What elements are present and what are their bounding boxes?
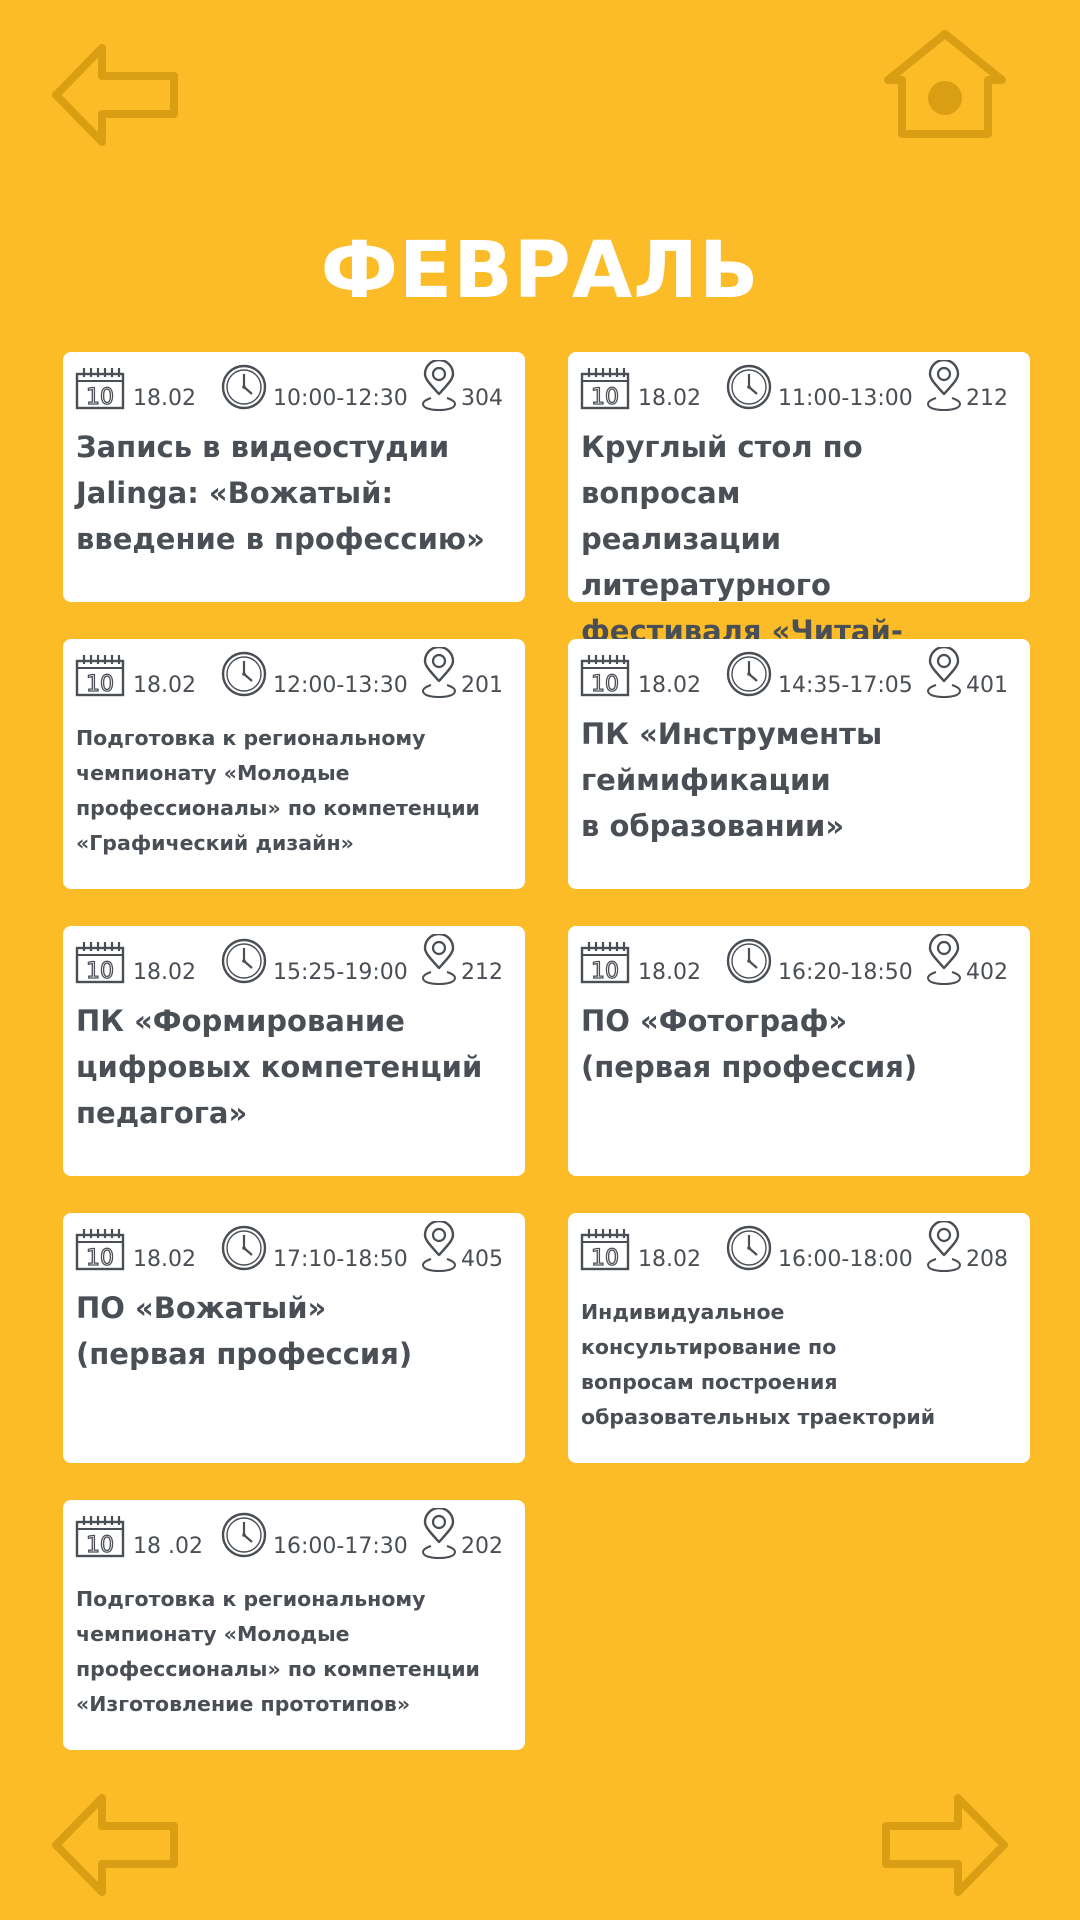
back-button[interactable]: [50, 40, 180, 150]
arrow-left-icon: [52, 44, 178, 146]
event-title: Подготовка к региональному чемпионату «М…: [76, 726, 480, 855]
calendar-icon: 10: [580, 1227, 630, 1272]
event-card[interactable]: 10 18.02 15:25-19:00 212 ПК «Формирование ци…: [63, 926, 525, 1176]
page-title: ФЕВРАЛЬ: [320, 226, 760, 316]
svg-text:10: 10: [591, 959, 619, 984]
event-room: 401: [966, 673, 1008, 698]
svg-text:10: 10: [591, 1246, 619, 1271]
calendar-icon: 10: [75, 940, 125, 985]
svg-text:10: 10: [591, 672, 619, 697]
clock-icon: [726, 651, 772, 697]
calendar-icon: 10: [75, 366, 125, 411]
event-card[interactable]: 10 18.02 12:00-13:30 201 Подготовка к регион…: [63, 639, 525, 889]
event-time: 12:00-13:30: [273, 673, 408, 698]
event-title: Индивидуальное консультирование по вопро…: [581, 1300, 936, 1429]
event-meta: 10 18.02 16:20-18:50 402: [568, 926, 1030, 996]
map-pin-icon: [926, 645, 962, 699]
calendar-icon: 10: [75, 653, 125, 698]
clock-icon: [221, 364, 267, 410]
event-time: 16:00-18:00: [778, 1247, 913, 1272]
event-title: ПК «Формирование цифровых компетенций пе…: [76, 1004, 483, 1130]
event-room: 304: [461, 386, 503, 411]
event-card[interactable]: 10 18.02 17:10-18:50 405 ПО «Вожатый» (перва…: [63, 1213, 525, 1463]
map-pin-icon: [421, 645, 457, 699]
event-card[interactable]: 10 18.02 10:00-12:30 304 Запись в видеостуди…: [63, 352, 525, 602]
event-date: 18.02: [133, 1247, 196, 1272]
calendar-icon: 10: [580, 366, 630, 411]
event-meta: 10 18.02 11:00-13:00 212: [568, 352, 1030, 422]
event-meta: 10 18.02 15:25-19:00 212: [63, 926, 525, 996]
schedule-page: ФЕВРАЛЬ 10 18.02 10:00-12:30 304 Запись в ви…: [0, 0, 1080, 1920]
event-date: 18.02: [133, 960, 196, 985]
event-card[interactable]: 10 18.02 14:35-17:05 401 ПК «Инструменты гей…: [568, 639, 1030, 889]
map-pin-icon: [421, 1219, 457, 1273]
next-page-button[interactable]: [880, 1790, 1010, 1900]
clock-icon: [221, 938, 267, 984]
svg-text:10: 10: [86, 959, 114, 984]
event-date: 18.02: [133, 386, 196, 411]
svg-text:10: 10: [86, 672, 114, 697]
svg-text:10: 10: [86, 385, 114, 410]
home-button[interactable]: [880, 28, 1010, 140]
event-card[interactable]: 10 18 .02 16:00-17:30 202 Подготовка к регио…: [63, 1500, 525, 1750]
event-title: ПО «Фотограф» (первая профессия): [581, 1004, 918, 1084]
calendar-icon: 10: [75, 1514, 125, 1559]
event-title: Запись в видеостудии Jalinga: «Вожатый: …: [76, 430, 485, 556]
event-time: 16:00-17:30: [273, 1534, 408, 1559]
event-title: Подготовка к региональному чемпионату «М…: [76, 1587, 480, 1716]
event-meta: 10 18 .02 16:00-17:30 202: [63, 1500, 525, 1570]
event-room: 212: [966, 386, 1008, 411]
event-meta: 10 18.02 10:00-12:30 304: [63, 352, 525, 422]
event-date: 18.02: [133, 673, 196, 698]
event-date: 18 .02: [133, 1534, 203, 1559]
calendar-icon: 10: [580, 940, 630, 985]
calendar-icon: 10: [580, 653, 630, 698]
clock-icon: [726, 1225, 772, 1271]
event-meta: 10 18.02 16:00-18:00 208: [568, 1213, 1030, 1283]
event-room: 402: [966, 960, 1008, 985]
event-time: 16:20-18:50: [778, 960, 913, 985]
arrow-left-icon: [52, 1794, 178, 1896]
event-card[interactable]: 10 18.02 16:00-18:00 208 Индивидуальное конс…: [568, 1213, 1030, 1463]
map-pin-icon: [926, 932, 962, 986]
event-card[interactable]: 10 18.02 16:20-18:50 402 ПО «Фотограф» (перв…: [568, 926, 1030, 1176]
event-time: 14:35-17:05: [778, 673, 913, 698]
event-title: ПО «Вожатый» (первая профессия): [76, 1291, 413, 1371]
previous-page-button[interactable]: [50, 1790, 180, 1900]
clock-icon: [726, 364, 772, 410]
event-card[interactable]: 10 18.02 11:00-13:00 212 Круглый стол по воп…: [568, 352, 1030, 694]
event-date: 18.02: [638, 386, 701, 411]
clock-icon: [726, 938, 772, 984]
event-room: 201: [461, 673, 503, 698]
svg-text:10: 10: [86, 1533, 114, 1558]
map-pin-icon: [421, 1506, 457, 1560]
event-room: 212: [461, 960, 503, 985]
arrow-right-icon: [882, 1794, 1008, 1896]
event-time: 11:00-13:00: [778, 386, 913, 411]
event-meta: 10 18.02 12:00-13:30 201: [63, 639, 525, 709]
event-time: 15:25-19:00: [273, 960, 408, 985]
calendar-icon: 10: [75, 1227, 125, 1272]
event-room: 208: [966, 1247, 1008, 1272]
map-pin-icon: [421, 932, 457, 986]
event-date: 18.02: [638, 1247, 701, 1272]
event-meta: 10 18.02 17:10-18:50 405: [63, 1213, 525, 1283]
event-time: 10:00-12:30: [273, 386, 408, 411]
map-pin-icon: [926, 1219, 962, 1273]
home-icon: [884, 30, 1006, 138]
event-title: ПК «Инструменты геймификации в образован…: [581, 717, 883, 843]
event-room: 202: [461, 1534, 503, 1559]
event-room: 405: [461, 1247, 503, 1272]
event-meta: 10 18.02 14:35-17:05 401: [568, 639, 1030, 709]
clock-icon: [221, 1512, 267, 1558]
svg-text:10: 10: [86, 1246, 114, 1271]
clock-icon: [221, 651, 267, 697]
map-pin-icon: [926, 358, 962, 412]
event-date: 18.02: [638, 673, 701, 698]
event-date: 18.02: [638, 960, 701, 985]
map-pin-icon: [421, 358, 457, 412]
svg-text:10: 10: [591, 385, 619, 410]
clock-icon: [221, 1225, 267, 1271]
event-time: 17:10-18:50: [273, 1247, 408, 1272]
